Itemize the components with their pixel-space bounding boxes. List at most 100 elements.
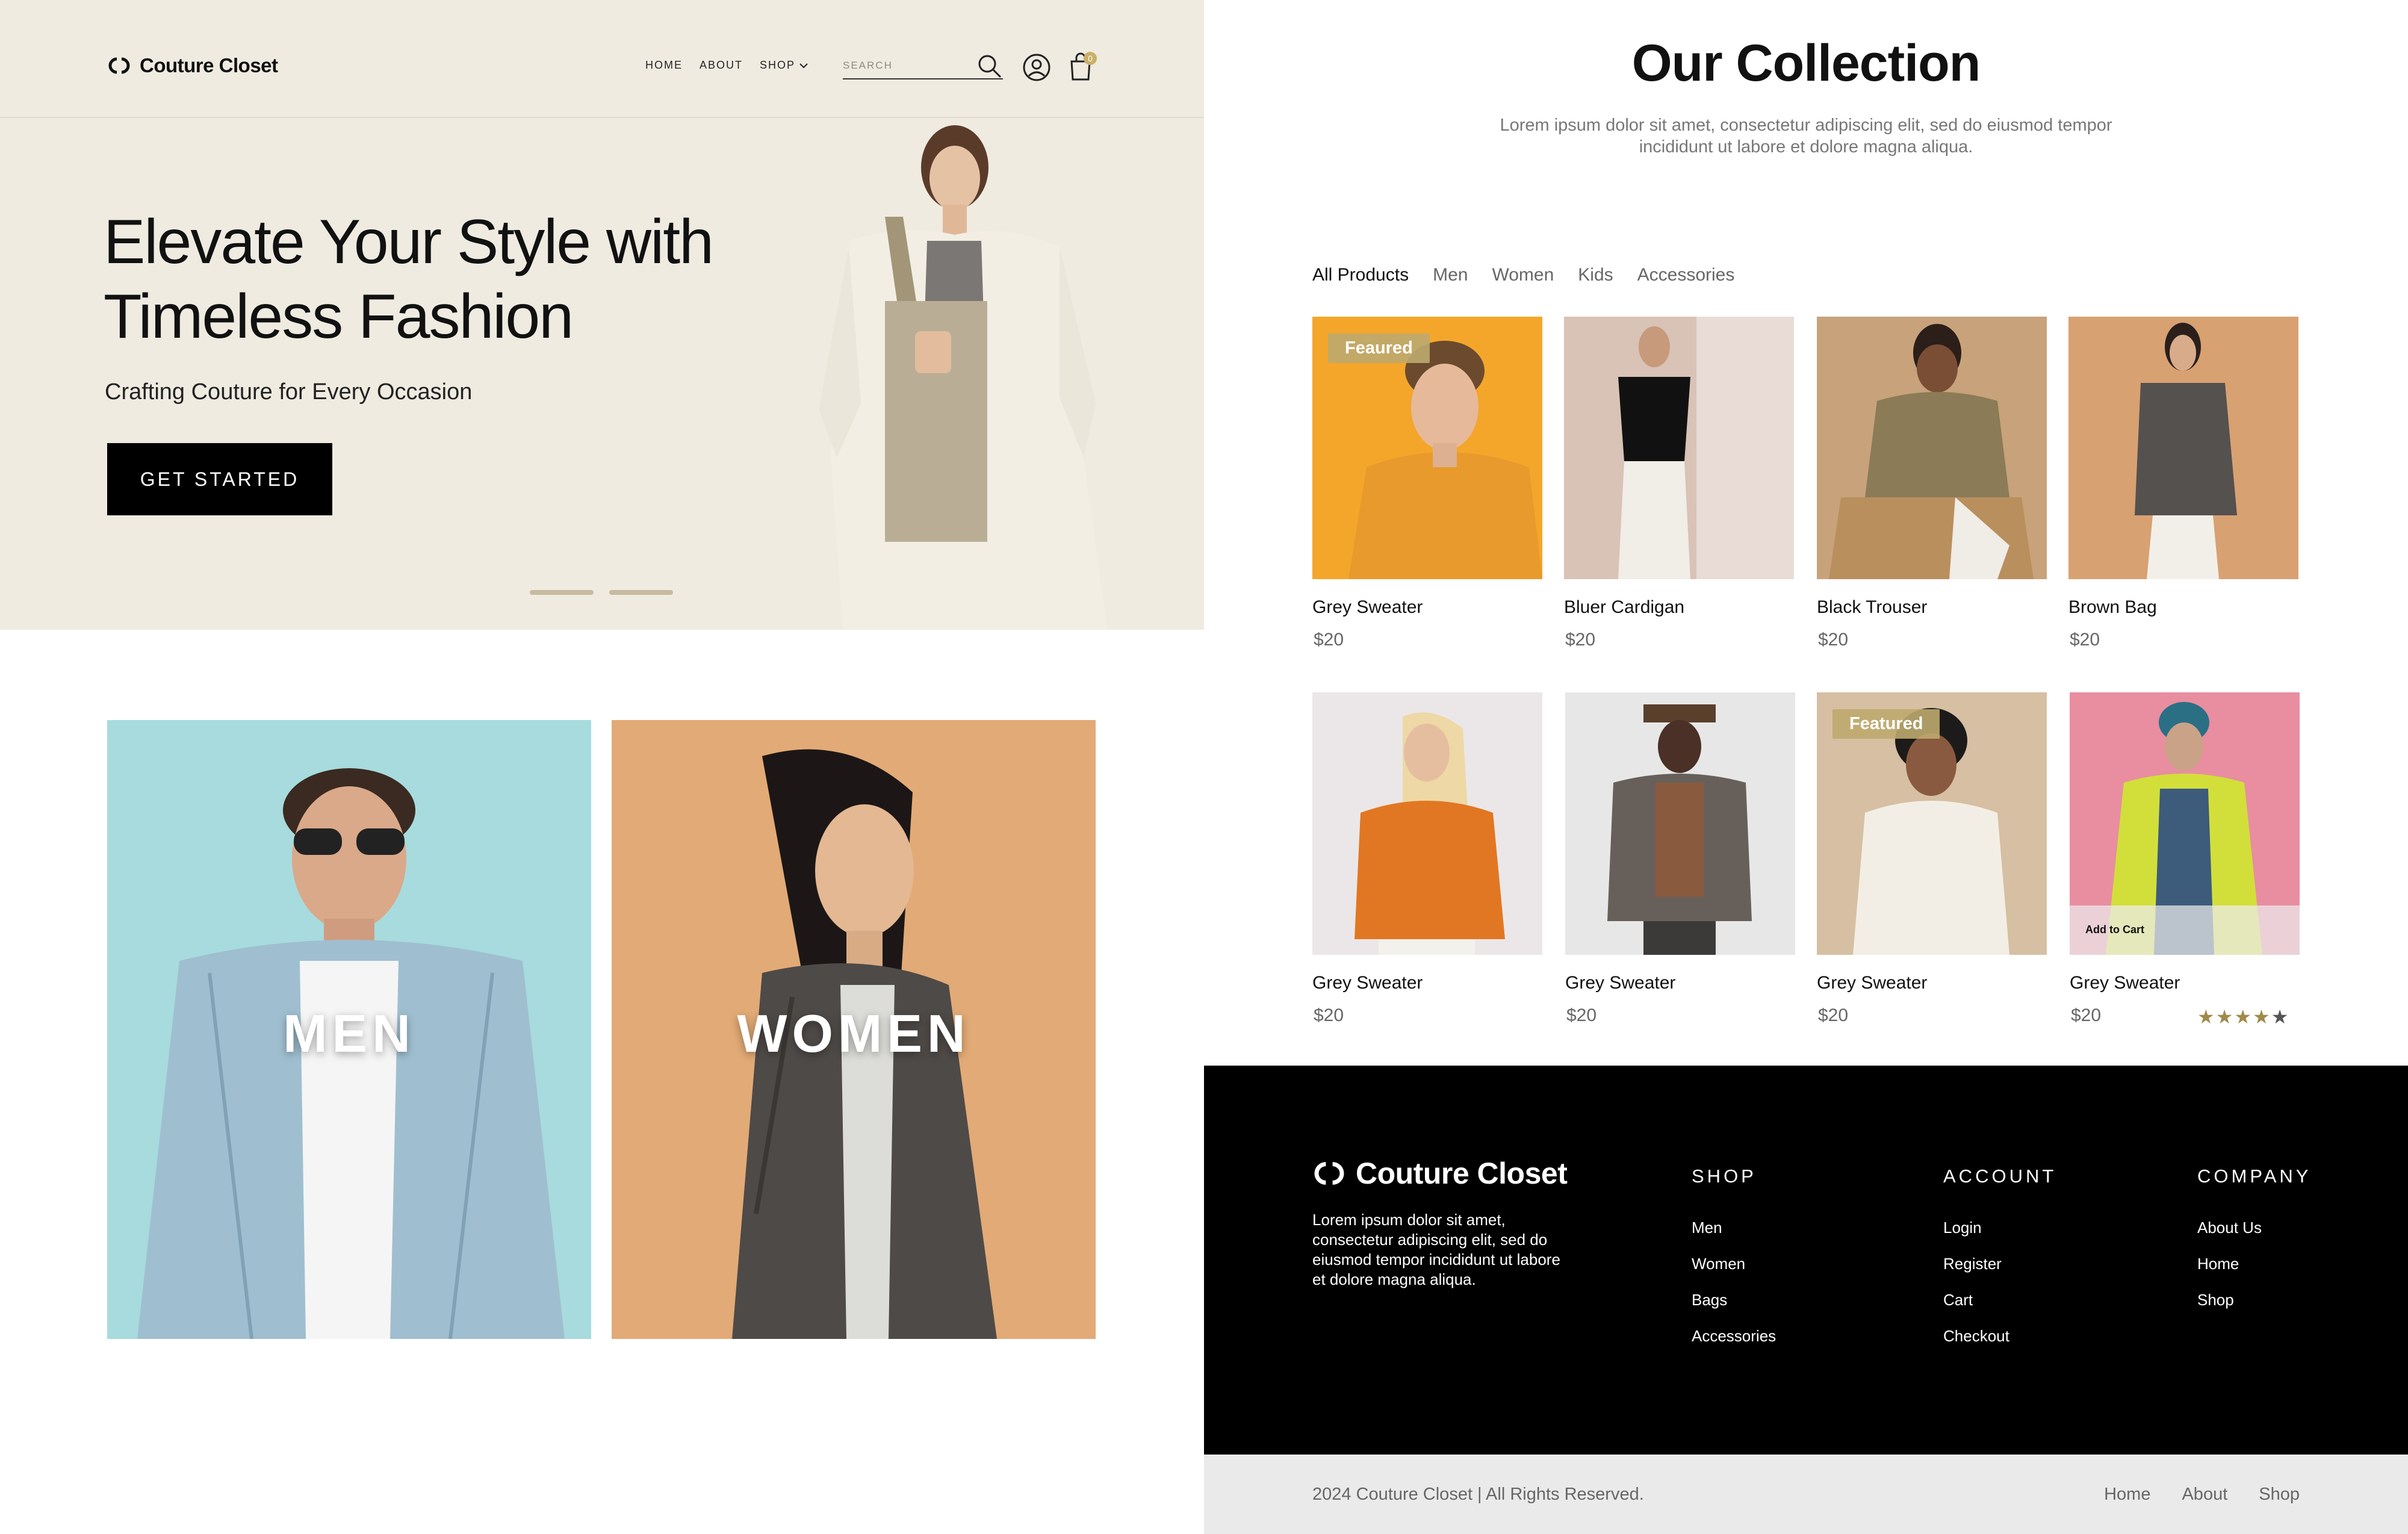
product-price: $20	[1566, 1005, 1597, 1025]
search-input[interactable]	[843, 57, 969, 75]
footer-company-column: COMPANY About Us Home Shop	[2197, 1166, 2311, 1327]
footer-link[interactable]: Shop	[2197, 1291, 2311, 1327]
category-women-card[interactable]: WOMEN	[612, 720, 1096, 1339]
nav-about[interactable]: ABOUT	[700, 59, 743, 72]
slider-dots	[530, 590, 673, 595]
featured-badge: Featured	[1832, 709, 1940, 739]
filter-kids[interactable]: Kids	[1578, 265, 1613, 285]
filter-all-products[interactable]: All Products	[1312, 265, 1409, 285]
product-card[interactable]: Black Trouser $20	[1817, 317, 2047, 650]
nav-shop[interactable]: SHOP	[760, 59, 808, 72]
product-image[interactable]: Featured	[1817, 692, 2047, 955]
product-name[interactable]: Grey Sweater	[1565, 973, 1675, 993]
product-price: $20	[1818, 630, 1849, 650]
footer-link[interactable]: About Us	[2197, 1219, 2311, 1255]
product-name[interactable]: Brown Bag	[2068, 597, 2157, 618]
slider-dot[interactable]	[609, 590, 673, 595]
site-header: Couture Closet HOME ABOUT SHOP SEARCH 0	[0, 0, 1204, 118]
product-name[interactable]: Grey Sweater	[1312, 973, 1423, 993]
bottom-link-home[interactable]: Home	[2104, 1485, 2150, 1504]
brand-logo[interactable]: Couture Closet	[107, 54, 278, 77]
site-footer: Couture Closet Lorem ipsum dolor sit ame…	[1204, 1066, 2408, 1455]
product-price: $20	[2070, 630, 2100, 650]
brand-logo-icon	[1314, 1162, 1344, 1185]
product-name[interactable]: Grey Sweater	[1312, 597, 1423, 618]
product-card[interactable]: Grey Sweater $20	[1312, 692, 1542, 1025]
product-image[interactable]	[2068, 317, 2298, 579]
product-price: $20	[2071, 1005, 2102, 1025]
footer-column-title: COMPANY	[2197, 1166, 2312, 1187]
star-icon: ★	[2253, 1006, 2271, 1028]
product-image[interactable]	[1817, 317, 2047, 579]
product-card[interactable]: Brown Bag $20	[2068, 317, 2298, 650]
product-rating: ★★★★★	[2197, 1005, 2289, 1028]
star-icon: ★	[2234, 1006, 2253, 1028]
main-nav: HOME ABOUT SHOP	[645, 59, 808, 72]
hero-model-image	[819, 125, 1108, 630]
star-icon: ★	[2271, 1006, 2290, 1028]
footer-account-column: ACCOUNT Login Register Cart Checkout	[1943, 1166, 2056, 1363]
footer-link[interactable]: Cart	[1943, 1291, 2056, 1327]
user-icon[interactable]	[1021, 52, 1052, 83]
footer-link[interactable]: Men	[1692, 1219, 1776, 1255]
filter-men[interactable]: Men	[1433, 265, 1468, 285]
footer-column-title: SHOP	[1692, 1166, 1757, 1187]
brand-logo-icon	[108, 57, 130, 74]
copyright-text: 2024 Couture Closet | All Rights Reserve…	[1312, 1485, 1644, 1504]
product-card[interactable]: Add to Cart Grey Sweater $20 ★★★★★	[2070, 692, 2300, 1028]
footer-link[interactable]: Login	[1943, 1219, 2056, 1255]
product-image[interactable]: Add to Cart	[2070, 692, 2300, 955]
nav-home[interactable]: HOME	[645, 59, 683, 72]
product-price: $20	[1818, 1005, 1849, 1025]
product-card[interactable]: Feaured Grey Sweater $20	[1312, 317, 1542, 650]
product-name[interactable]: Grey Sweater	[2070, 973, 2180, 993]
product-image[interactable]	[1564, 317, 1794, 579]
footer-link[interactable]: Women	[1692, 1255, 1776, 1291]
copyright-bar: 2024 Couture Closet | All Rights Reserve…	[1204, 1455, 2408, 1534]
filter-accessories[interactable]: Accessories	[1637, 265, 1735, 285]
footer-brand-name: Couture Closet	[1356, 1157, 1568, 1190]
product-image[interactable]: Feaured	[1312, 317, 1542, 579]
category-men-label: MEN	[283, 1004, 415, 1063]
footer-link[interactable]: Checkout	[1943, 1327, 2056, 1363]
product-card[interactable]: Grey Sweater $20	[1565, 692, 1795, 1025]
category-men-card[interactable]: MEN	[107, 720, 591, 1339]
collection-filters: All Products Men Women Kids Accessories	[1312, 265, 1734, 285]
slider-dot[interactable]	[530, 590, 594, 595]
footer-column-title: ACCOUNT	[1943, 1166, 2057, 1187]
filter-women[interactable]: Women	[1492, 265, 1554, 285]
product-name[interactable]: Grey Sweater	[1817, 973, 1927, 993]
product-price: $20	[1314, 630, 1344, 650]
get-started-button[interactable]: GET STARTED	[107, 443, 332, 515]
product-image[interactable]	[1565, 692, 1795, 955]
bottom-link-about[interactable]: About	[2182, 1485, 2227, 1504]
search-box	[843, 52, 1003, 79]
search-icon[interactable]	[975, 52, 1003, 79]
add-to-cart-button[interactable]: Add to Cart	[2070, 905, 2300, 955]
product-name[interactable]: Bluer Cardigan	[1564, 597, 1684, 618]
footer-brand[interactable]: Couture Closet	[1312, 1156, 1568, 1191]
product-image[interactable]	[1312, 692, 1542, 955]
collection-title: Our Collection	[1631, 34, 1981, 92]
brand-name: Couture Closet	[140, 54, 278, 76]
category-women-label: WOMEN	[737, 1004, 970, 1063]
product-price: $20	[1565, 630, 1596, 650]
product-price: $20	[1314, 1005, 1344, 1025]
hero-section: Couture Closet HOME ABOUT SHOP SEARCH 0 …	[0, 0, 1204, 630]
nav-shop-label: SHOP	[760, 59, 796, 71]
cart-button[interactable]: 0	[1067, 51, 1098, 82]
footer-link[interactable]: Accessories	[1692, 1327, 1776, 1363]
footer-description: Lorem ipsum dolor sit amet, consectetur …	[1312, 1211, 1560, 1288]
product-name[interactable]: Black Trouser	[1817, 597, 1927, 618]
product-card[interactable]: Bluer Cardigan $20	[1564, 317, 1794, 650]
footer-link[interactable]: Bags	[1692, 1291, 1776, 1327]
footer-shop-column: SHOP Men Women Bags Accessories	[1692, 1166, 1776, 1363]
hero-subtitle: Crafting Couture for Every Occasion	[105, 379, 473, 405]
hero-title: Elevate Your Style with Timeless Fashion	[104, 207, 714, 352]
bottom-link-shop[interactable]: Shop	[2259, 1485, 2300, 1504]
footer-link[interactable]: Home	[2197, 1255, 2311, 1291]
footer-link[interactable]: Register	[1943, 1255, 2056, 1291]
product-card[interactable]: Featured Grey Sweater $20	[1817, 692, 2047, 1025]
bottom-links: Home About Shop	[2104, 1485, 2300, 1504]
star-icon: ★	[2197, 1006, 2216, 1028]
